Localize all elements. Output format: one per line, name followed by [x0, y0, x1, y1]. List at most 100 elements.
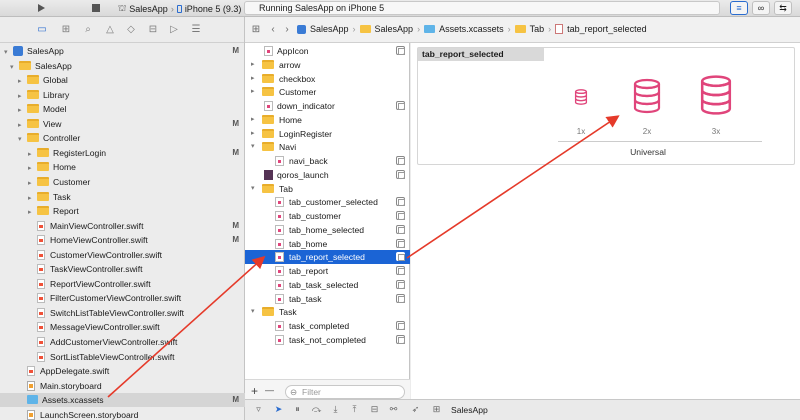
crumb-assets[interactable]: Assets.xcassets — [439, 24, 504, 34]
crumb-project[interactable]: SalesApp — [310, 24, 349, 34]
breakpoint-icon[interactable]: ▷ — [168, 24, 180, 36]
forward-arrow-icon[interactable]: › — [281, 24, 293, 36]
filter-input[interactable]: ⊖ Filter — [285, 385, 405, 399]
standard-editor-button[interactable]: ≡ — [730, 1, 748, 15]
asset-item[interactable]: tab_task_selected — [245, 278, 410, 292]
asset-item[interactable]: ▸ Home — [245, 113, 410, 127]
image-2x-icon[interactable] — [633, 78, 661, 114]
on-demand-resource-icon[interactable] — [396, 334, 405, 344]
hide-debug-icon[interactable]: ▿ — [253, 404, 264, 415]
nav-item[interactable]: LaunchScreen.storyboard — [0, 408, 245, 420]
on-demand-resource-icon[interactable] — [396, 197, 405, 207]
asset-item[interactable]: tab_task — [245, 292, 410, 306]
search-icon[interactable]: ⌕ — [82, 24, 94, 36]
nav-item[interactable]: ▸ Task — [0, 190, 245, 204]
nav-item[interactable]: ▸ Home — [0, 160, 245, 174]
asset-item[interactable]: ▸ checkbox — [245, 72, 410, 86]
version-editor-button[interactable]: ⇆ — [774, 1, 792, 15]
nav-item[interactable]: ▸ Model — [0, 102, 245, 116]
nav-item[interactable]: ▸ Report — [0, 204, 245, 218]
asset-item[interactable]: task_completed — [245, 319, 410, 333]
report-icon[interactable]: ☰ — [190, 24, 202, 36]
disclosure-triangle-icon[interactable]: ▸ — [251, 72, 255, 86]
disclosure-triangle-icon[interactable]: ▾ — [251, 305, 255, 319]
asset-item[interactable]: ▾ Navi — [245, 140, 410, 154]
nav-item[interactable]: ReportViewController.swift — [0, 277, 245, 291]
pause-icon[interactable]: ⏸ — [292, 404, 303, 415]
on-demand-resource-icon[interactable] — [396, 101, 405, 110]
nav-item[interactable]: SortListTableViewController.swift — [0, 350, 245, 364]
on-demand-resource-icon[interactable] — [396, 224, 405, 234]
nav-item[interactable]: ▸ Library — [0, 88, 245, 102]
on-demand-resource-icon[interactable] — [396, 169, 405, 179]
asset-item[interactable]: down_indicator — [245, 99, 410, 113]
crumb-image-set[interactable]: tab_report_selected — [567, 24, 647, 34]
crumb-tab[interactable]: Tab — [530, 24, 545, 34]
folder-icon[interactable]: ▭ — [36, 24, 48, 36]
asset-item[interactable]: ▾ Task — [245, 305, 410, 319]
disclosure-triangle-icon[interactable]: ▸ — [251, 127, 255, 141]
nav-item[interactable]: ▾ SalesApp M — [0, 44, 245, 58]
nav-item[interactable]: ▾ SalesApp — [0, 59, 245, 73]
on-demand-resource-icon[interactable] — [396, 321, 405, 330]
scheme-selector[interactable]: ⛫ SalesApp › iPhone 5 (9.3) — [118, 3, 241, 15]
on-demand-resource-icon[interactable] — [396, 279, 405, 289]
asset-item[interactable]: ▸ LoginRegister — [245, 127, 410, 141]
nav-item[interactable]: SwitchListTableViewController.swift — [0, 306, 245, 320]
asset-item[interactable]: tab_home — [245, 237, 410, 251]
nav-item[interactable]: FilterCustomerViewController.swift — [0, 291, 245, 305]
breakpoints-icon[interactable]: ➤ — [273, 404, 284, 415]
asset-item[interactable]: ▸ arrow — [245, 58, 410, 72]
nav-item[interactable]: Assets.xcassets M — [0, 393, 245, 408]
step-out-icon[interactable]: ⤒ — [349, 404, 360, 415]
nav-item[interactable]: CustomerViewController.swift — [0, 248, 245, 262]
asset-item[interactable]: ▸ Customer — [245, 85, 410, 99]
nav-item[interactable]: AddCustomerViewController.swift — [0, 335, 245, 349]
asset-item[interactable]: tab_report_selected — [245, 250, 410, 265]
nav-item[interactable]: ▸ View M — [0, 117, 245, 131]
asset-item[interactable]: tab_report — [245, 264, 410, 278]
nav-item[interactable]: AppDelegate.swift — [0, 364, 245, 378]
nav-item[interactable]: MainViewController.swift M — [0, 219, 245, 233]
image-1x-icon[interactable] — [574, 89, 588, 105]
warning-icon[interactable]: △ — [104, 24, 116, 36]
disclosure-triangle-icon[interactable]: ▸ — [251, 85, 255, 99]
stop-button[interactable] — [88, 2, 104, 14]
on-demand-resource-icon[interactable] — [396, 238, 405, 248]
nav-item[interactable]: ▸ Customer — [0, 175, 245, 189]
asset-item[interactable]: tab_home_selected — [245, 223, 410, 237]
on-demand-resource-icon[interactable] — [396, 293, 405, 303]
nav-item[interactable]: ▸ Global — [0, 73, 245, 87]
disclosure-triangle-icon[interactable]: ▸ — [251, 58, 255, 72]
nav-item[interactable]: MessageViewController.swift — [0, 320, 245, 334]
memory-graph-icon[interactable]: ⚯ — [388, 404, 399, 415]
location-icon[interactable]: ➶ — [410, 404, 421, 415]
asset-item[interactable]: tab_customer — [245, 209, 410, 223]
view-hierarchy-icon[interactable]: ⊟ — [369, 404, 380, 415]
on-demand-resource-icon[interactable] — [396, 266, 405, 275]
run-button[interactable] — [33, 2, 49, 14]
symbol-icon[interactable]: ⊞ — [60, 24, 72, 36]
asset-item[interactable]: qoros_launch — [245, 168, 410, 182]
add-button[interactable]: + — [251, 384, 258, 398]
assistant-editor-button[interactable]: ∞ — [752, 1, 770, 15]
asset-item[interactable]: ▾ Tab — [245, 182, 410, 196]
disclosure-triangle-icon[interactable]: ▾ — [251, 182, 255, 196]
asset-item[interactable]: AppIcon — [245, 44, 410, 58]
grid-icon[interactable]: ⊞ — [250, 24, 262, 36]
nav-item[interactable]: ▸ RegisterLogin M — [0, 146, 245, 160]
nav-item[interactable]: ▾ Controller — [0, 131, 245, 145]
test-icon[interactable]: ◇ — [125, 24, 137, 36]
on-demand-resource-icon[interactable] — [396, 252, 405, 262]
on-demand-resource-icon[interactable] — [396, 156, 405, 165]
asset-item[interactable]: navi_back — [245, 154, 410, 168]
disclosure-triangle-icon[interactable]: ▾ — [251, 140, 255, 154]
nav-item[interactable]: TaskViewController.swift — [0, 262, 245, 276]
asset-item[interactable]: task_not_completed — [245, 333, 410, 347]
remove-button[interactable]: — — [265, 385, 274, 395]
back-arrow-icon[interactable]: ‹ — [267, 24, 279, 36]
asset-item[interactable]: tab_customer_selected — [245, 195, 410, 209]
on-demand-resource-icon[interactable] — [396, 211, 405, 220]
on-demand-resource-icon[interactable] — [396, 46, 405, 55]
crumb-group[interactable]: SalesApp — [375, 24, 414, 34]
